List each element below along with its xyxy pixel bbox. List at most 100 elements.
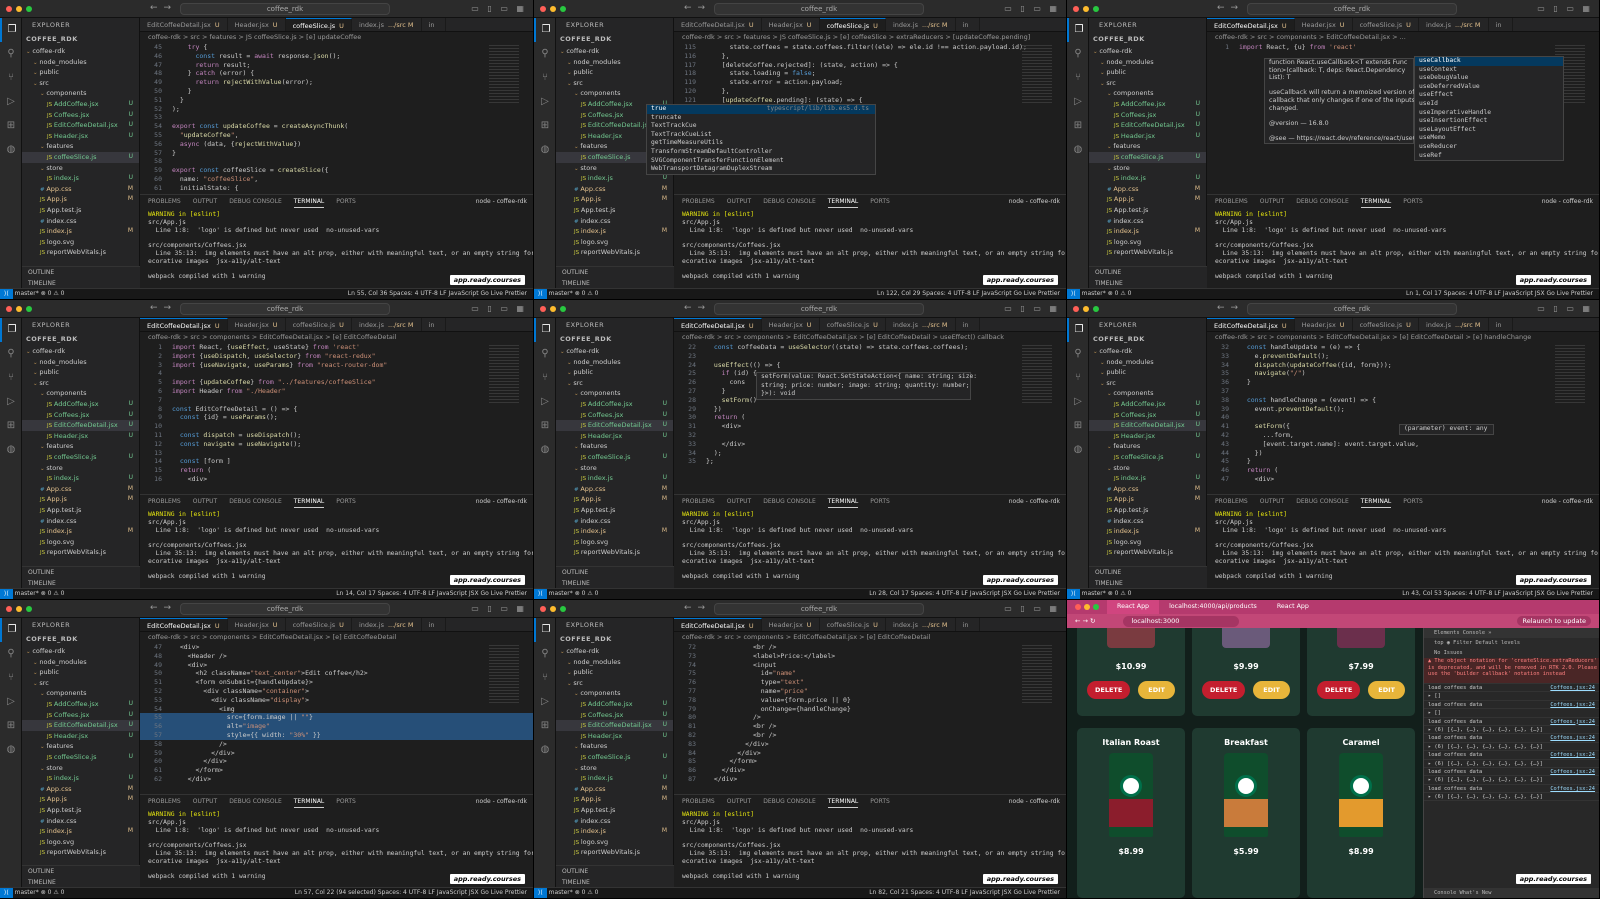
panel-tab[interactable]: TERMINAL — [827, 795, 859, 808]
breadcrumb[interactable]: coffee-rdk > src > components > EditCoff… — [674, 632, 1066, 643]
code-line[interactable]: 38 const handleChange = (event) => { — [1207, 396, 1599, 405]
terminal-selector[interactable]: node - coffee-rdk — [1009, 795, 1060, 808]
file-item[interactable]: JS AddCoffee.jsx U — [22, 99, 139, 110]
close-icon[interactable] — [6, 306, 12, 312]
remote-indicator-icon[interactable]: ⟩⟨ — [1067, 589, 1080, 599]
code-line[interactable]: 5 import {updateCoffee} from "../features… — [140, 378, 533, 387]
panel-tab[interactable]: DEBUG CONSOLE — [1296, 495, 1349, 508]
run-debug-icon[interactable]: ▷ — [1067, 390, 1089, 414]
folder-item[interactable]: ⌄ node_modules — [1089, 357, 1206, 368]
layout-toggle-icons[interactable]: ▭ ▯ ▭ ▦ — [471, 4, 527, 13]
explorer-root[interactable]: COFFEE_RDK — [556, 632, 673, 646]
file-item[interactable]: JS logo.svg — [556, 237, 673, 248]
file-item[interactable]: JS coffeeSlice.js U — [22, 452, 139, 463]
code-line[interactable]: 49 <div> — [140, 661, 533, 670]
prettier-status[interactable]: Prettier — [1038, 889, 1060, 896]
suggestion-item[interactable]: useCallback — [1415, 57, 1563, 66]
issues-count[interactable]: No Issues — [1424, 648, 1599, 658]
folder-item[interactable]: ⌄ coffee-rdk — [556, 646, 673, 657]
file-item[interactable]: JS Coffees.jsx U — [1089, 110, 1206, 121]
relaunch-button[interactable]: Relaunch to update — [1517, 616, 1591, 626]
editor-tab[interactable]: index.js .../src M — [886, 618, 956, 631]
code-line[interactable]: 23 — [674, 352, 1066, 361]
suggestion-item[interactable]: WebTransportDatagramDuplexStream — [647, 165, 875, 174]
editor-tab[interactable]: EditCoffeeDetail.jsx U — [674, 18, 762, 31]
panel-tab[interactable]: TERMINAL — [1360, 195, 1392, 208]
terminal-selector[interactable]: node - coffee-rdk — [1542, 195, 1593, 208]
editor-tab[interactable]: index.js .../src M — [1419, 18, 1489, 31]
code-line[interactable]: 32 — [674, 431, 1066, 440]
minimize-icon[interactable] — [550, 306, 556, 312]
branch-label[interactable]: master* — [549, 889, 573, 896]
explorer-root[interactable]: COFFEE_RDK — [556, 332, 673, 346]
file-item[interactable]: JS reportWebVitals.js — [556, 847, 673, 858]
prettier-status[interactable]: Prettier — [505, 290, 527, 297]
browser-tab[interactable]: localhost:4000/api/products — [1159, 600, 1267, 614]
file-item[interactable]: JS logo.svg — [22, 237, 139, 248]
terminal-selector[interactable]: node - coffee-rdk — [476, 795, 527, 808]
code-line[interactable]: 29 }) — [674, 405, 1066, 414]
remote-icon[interactable]: ◍ — [1067, 138, 1089, 162]
folder-item[interactable]: ⌄ src — [1089, 378, 1206, 389]
terminal-selector[interactable]: node - coffee-rdk — [1009, 195, 1060, 208]
file-item[interactable]: # App.css M — [1089, 484, 1206, 495]
folder-item[interactable]: ⌄ features — [1089, 141, 1206, 152]
code-line[interactable]: 35 navigate("/") — [1207, 369, 1599, 378]
console-source-link[interactable]: Coffees.jsx:24 — [1550, 701, 1595, 709]
file-item[interactable]: # App.css M — [22, 184, 139, 195]
code-line[interactable]: 32 const handleUpdate = (e) => { — [1207, 343, 1599, 352]
code-line[interactable]: 48 <Header /> — [140, 652, 533, 661]
file-item[interactable]: JS index.js M — [556, 526, 673, 537]
terminal-output[interactable]: WARNING in [eslint] src/App.js Line 1:8: … — [674, 808, 1066, 884]
folder-item[interactable]: ⌄ coffee-rdk — [1089, 346, 1206, 357]
layout-toggle-icons[interactable]: ▭ ▯ ▭ ▦ — [471, 304, 527, 313]
encoding[interactable]: UTF-8 — [953, 290, 971, 297]
command-center-search[interactable]: coffee_rdk — [714, 3, 924, 15]
code-line[interactable]: 61 </form> — [140, 766, 533, 775]
panel-tab[interactable]: PROBLEMS — [682, 195, 715, 208]
run-debug-icon[interactable]: ▷ — [534, 390, 556, 414]
folder-item[interactable]: ⌄ features — [1089, 441, 1206, 452]
console-source-link[interactable]: Coffees.jsx:24 — [1550, 768, 1595, 776]
extensions-icon[interactable]: ⊞ — [534, 714, 556, 738]
file-item[interactable]: JS reportWebVitals.js — [556, 547, 673, 558]
prettier-status[interactable]: Prettier — [505, 590, 527, 597]
minimap[interactable] — [1022, 43, 1052, 103]
editor-tab[interactable]: EditCoffeeDetail.jsx U — [1207, 318, 1295, 331]
file-item[interactable]: # App.css M — [22, 484, 139, 495]
code-line[interactable]: 34 ); — [674, 449, 1066, 458]
maximize-icon[interactable] — [560, 306, 566, 312]
nav-arrows-icon[interactable]: ←→ — [1217, 303, 1244, 313]
editor-tab[interactable]: EditCoffeeDetail.jsx U — [674, 618, 762, 631]
window-controls[interactable] — [6, 606, 32, 612]
breadcrumb[interactable]: coffee-rdk > src > features > JS coffeeS… — [674, 32, 1066, 43]
folder-item[interactable]: ⌄ src — [1089, 78, 1206, 89]
command-center-search[interactable]: coffee_rdk — [180, 303, 390, 315]
file-item[interactable]: # App.css M — [22, 784, 139, 795]
editor-tab[interactable]: index.js .../src M — [886, 18, 956, 31]
extensions-icon[interactable]: ⊞ — [1067, 414, 1089, 438]
outline-section[interactable]: OUTLINE — [562, 567, 674, 578]
search-icon[interactable]: ⚲ — [534, 342, 556, 366]
file-item[interactable]: # App.css M — [556, 484, 673, 495]
suggestion-item[interactable]: useEffect — [1415, 91, 1563, 100]
code-line[interactable]: 82 <br /> — [674, 731, 1066, 740]
go-live-button[interactable]: Go Live — [481, 290, 503, 297]
file-item[interactable]: JS App.test.js — [1089, 505, 1206, 516]
panel-tab[interactable]: DEBUG CONSOLE — [229, 495, 282, 508]
console-row[interactable]: Coffees.jsx:24 load coffees data — [1424, 768, 1599, 777]
editor-tab[interactable]: in — [956, 18, 981, 31]
code-line[interactable]: 3 import {useNavigate, useParams} from "r… — [140, 361, 533, 370]
console-source-link[interactable]: Coffees.jsx:24 — [1550, 785, 1595, 793]
file-item[interactable]: JS index.js U — [22, 473, 139, 484]
code-line[interactable]: 15 return ( — [140, 466, 533, 475]
language-mode[interactable]: JavaScript — [449, 290, 479, 297]
go-live-button[interactable]: Go Live — [1547, 290, 1569, 297]
terminal-selector[interactable]: node - coffee-rdk — [1542, 495, 1593, 508]
folder-item[interactable]: ⌄ store — [556, 463, 673, 474]
code-line[interactable]: 87 </div> — [674, 775, 1066, 784]
code-line[interactable]: 53 <div className="display"> — [140, 696, 533, 705]
folder-item[interactable]: ⌄ features — [22, 141, 139, 152]
suggestion-item[interactable]: useRef — [1415, 152, 1563, 161]
search-icon[interactable]: ⚲ — [0, 342, 22, 366]
